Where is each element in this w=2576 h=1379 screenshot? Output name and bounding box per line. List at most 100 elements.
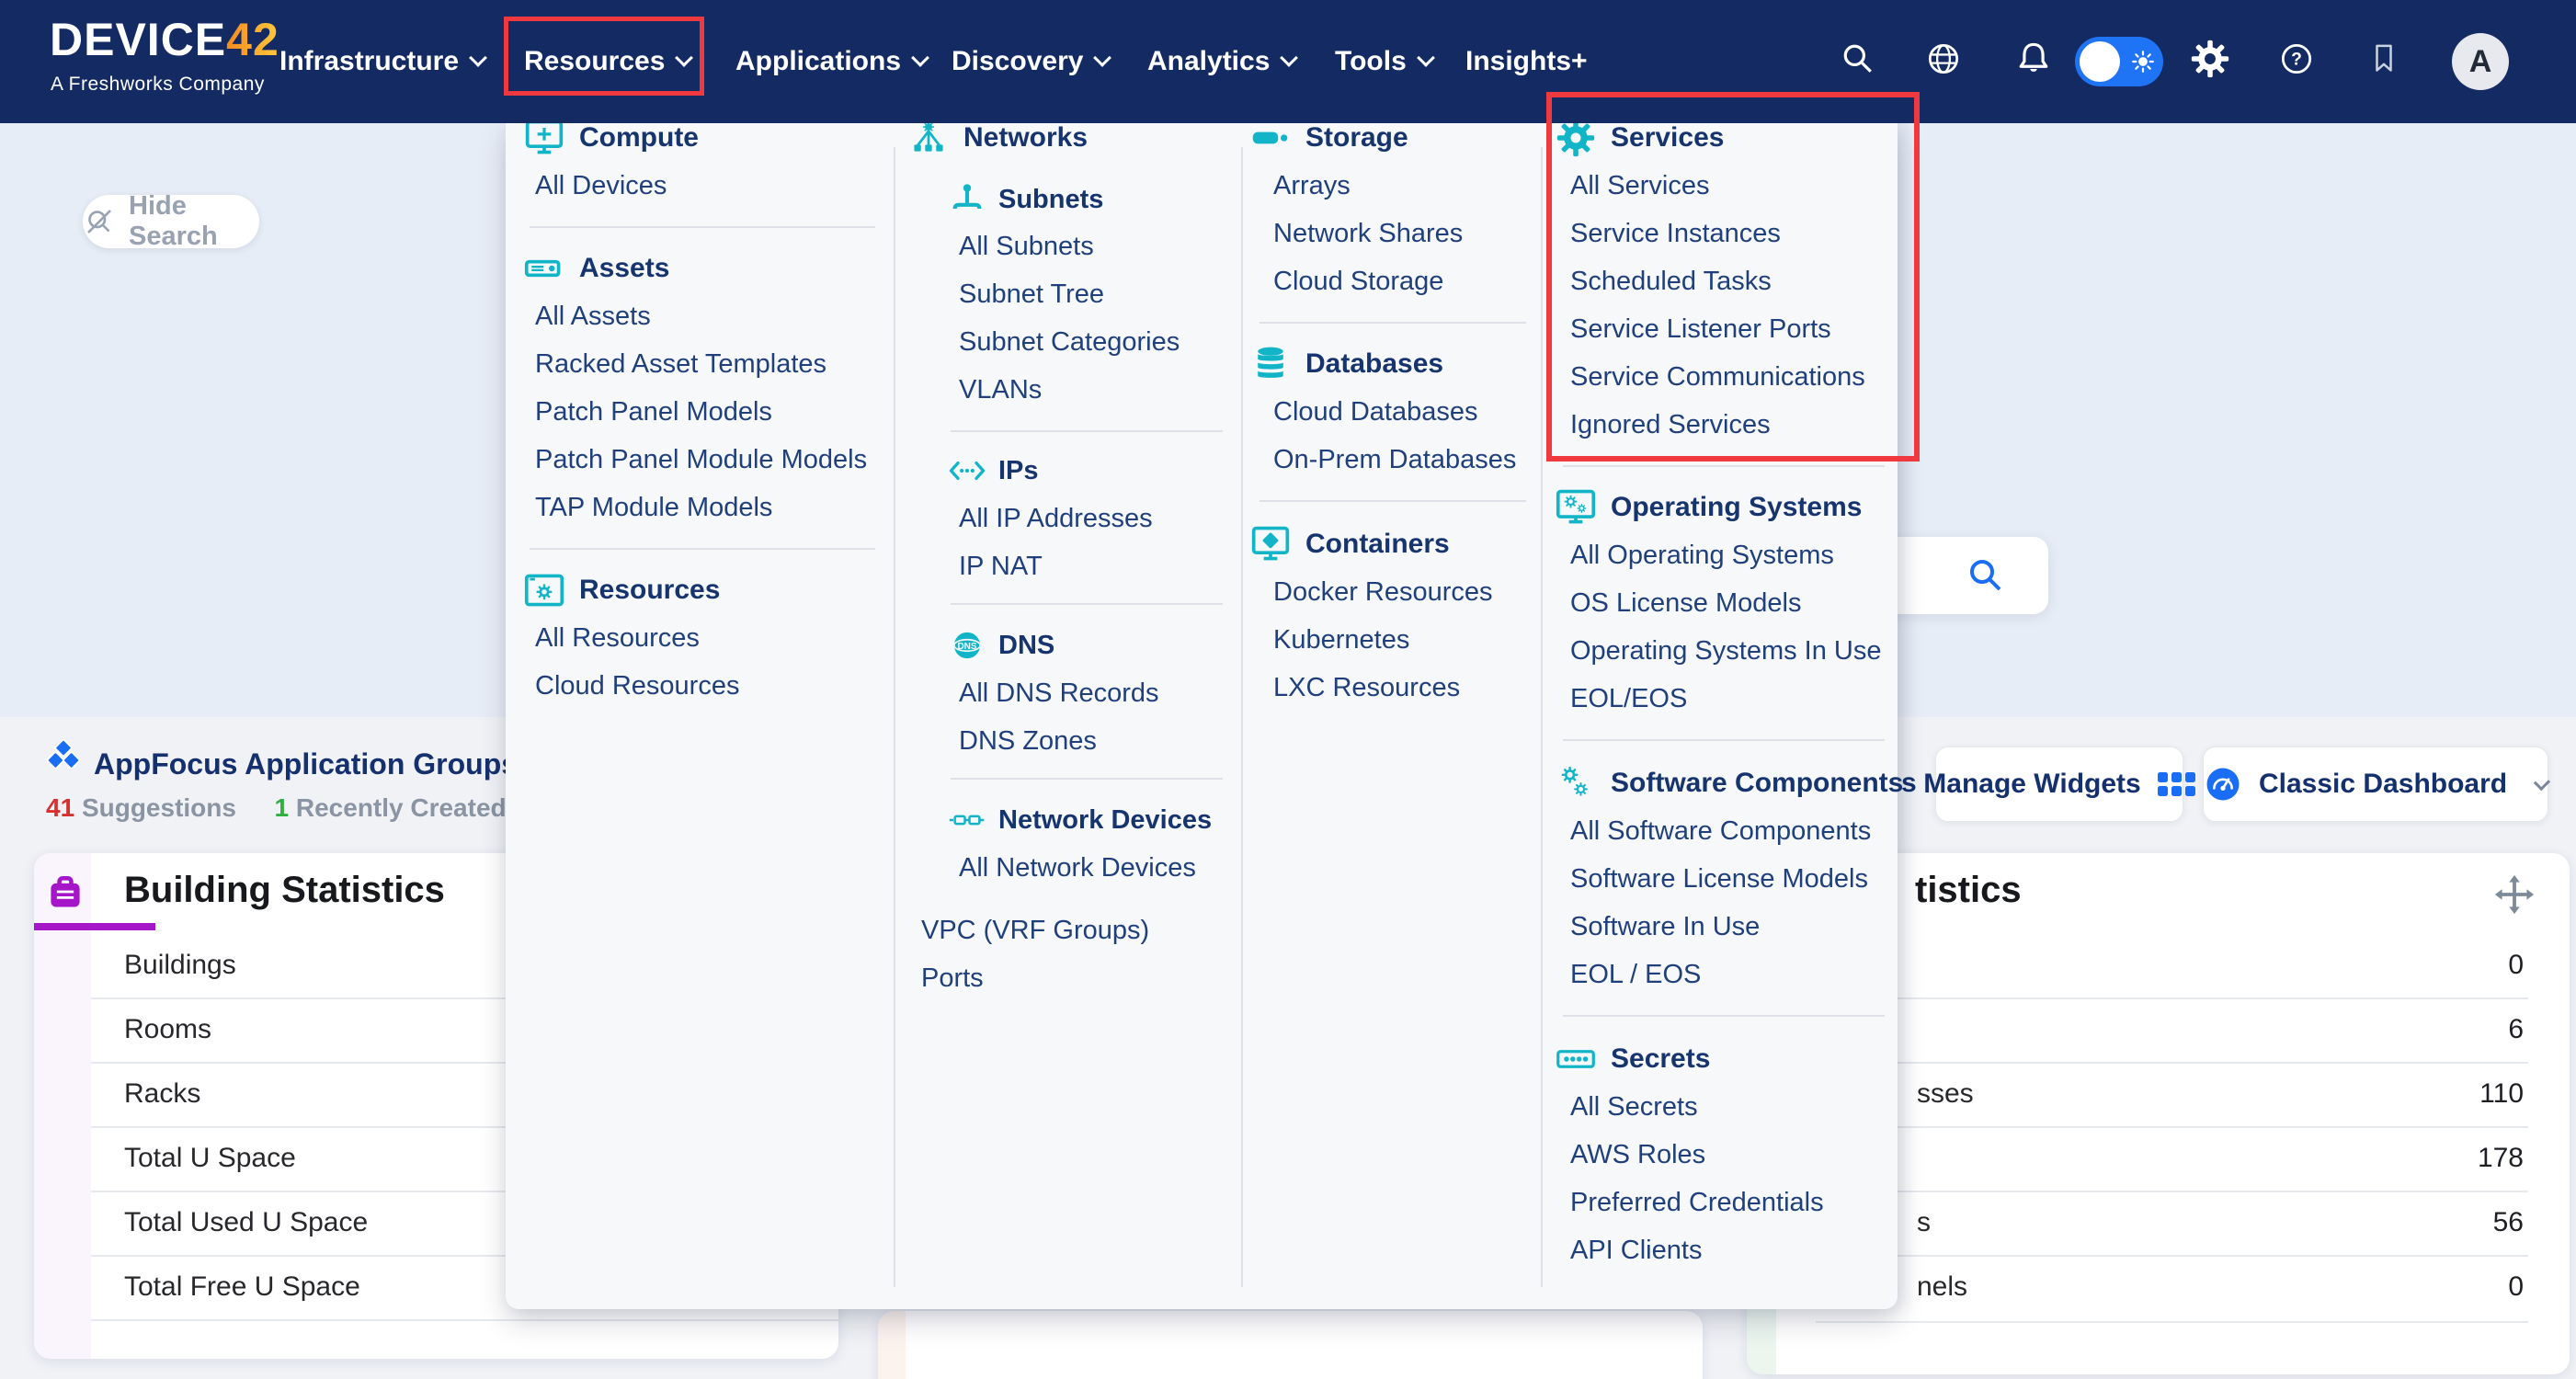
search-icon — [1964, 553, 2008, 602]
theme-toggle[interactable] — [2075, 37, 2163, 86]
stat-row-label: nels — [1917, 1263, 1967, 1311]
storage-disk-icon — [1250, 118, 1291, 158]
user-avatar[interactable]: A — [2452, 33, 2509, 90]
secrets-password-icon — [1556, 1039, 1596, 1079]
menu-section-databases[interactable]: Databases — [1250, 340, 1443, 388]
menu-item-ignored-services[interactable]: Ignored Services — [1570, 401, 1771, 449]
settings-gear-icon[interactable] — [2188, 37, 2232, 81]
menu-item-all-assets[interactable]: All Assets — [535, 292, 651, 340]
bookmark-icon[interactable] — [2362, 37, 2406, 81]
nav-item-analytics[interactable]: Analytics — [1147, 0, 1295, 123]
menu-item-software-eol-eos[interactable]: EOL / EOS — [1570, 951, 1701, 998]
operating-systems-icon — [1556, 487, 1596, 528]
menu-item-arrays[interactable]: Arrays — [1273, 162, 1351, 210]
menu-item-service-instances[interactable]: Service Instances — [1570, 210, 1781, 257]
menu-item-api-clients[interactable]: API Clients — [1570, 1226, 1702, 1274]
menu-item-on-prem-databases[interactable]: On-Prem Databases — [1273, 436, 1516, 484]
eye-off-icon — [83, 205, 116, 238]
building-icon — [45, 872, 85, 917]
menu-item-kubernetes[interactable]: Kubernetes — [1273, 616, 1409, 664]
language-globe-icon[interactable] — [1921, 37, 1966, 81]
menu-item-all-software-components[interactable]: All Software Components — [1570, 807, 1871, 855]
device42-app: Hide Search AppFocus Application Groups … — [0, 0, 2576, 1379]
menu-item-all-subnets[interactable]: All Subnets — [959, 222, 1094, 270]
menu-item-vlans[interactable]: VLANs — [959, 366, 1042, 414]
menu-item-all-operating-systems[interactable]: All Operating Systems — [1570, 531, 1834, 579]
menu-item-os-eol-eos[interactable]: EOL/EOS — [1570, 675, 1687, 723]
menu-item-network-shares[interactable]: Network Shares — [1273, 210, 1463, 257]
chevron-down-icon — [469, 49, 487, 67]
menu-section-ips[interactable]: IPs — [949, 447, 1039, 495]
menu-section-operating-systems[interactable]: Operating Systems — [1556, 484, 1862, 531]
menu-section-network-devices[interactable]: Network Devices — [949, 796, 1212, 844]
nav-item-applications[interactable]: Applications — [735, 0, 927, 123]
menu-divider — [951, 778, 1223, 780]
menu-item-all-ip-addresses[interactable]: All IP Addresses — [959, 495, 1153, 542]
hidden-text-fragment: s — [1901, 759, 1917, 807]
menu-item-all-services[interactable]: All Services — [1570, 162, 1710, 210]
device42-logo[interactable]: DEVICE42 — [50, 13, 279, 66]
menu-item-all-secrets[interactable]: All Secrets — [1570, 1083, 1698, 1131]
nav-item-tools[interactable]: Tools — [1335, 0, 1432, 123]
menu-item-cloud-databases[interactable]: Cloud Databases — [1273, 388, 1477, 436]
menu-item-racked-asset-templates[interactable]: Racked Asset Templates — [535, 340, 826, 388]
menu-section-containers[interactable]: Containers — [1250, 520, 1450, 568]
menu-item-operating-systems-in-use[interactable]: Operating Systems In Use — [1570, 627, 1881, 675]
menu-item-software-in-use[interactable]: Software In Use — [1570, 903, 1760, 951]
stat-row-label: Total Free U Space — [124, 1263, 360, 1311]
nav-item-resources[interactable]: Resources — [524, 0, 690, 123]
menu-item-software-license-models[interactable]: Software License Models — [1570, 855, 1868, 903]
nav-item-infrastructure[interactable]: Infrastructure — [279, 0, 484, 123]
hide-search-button[interactable]: Hide Search — [83, 195, 259, 248]
menu-item-preferred-credentials[interactable]: Preferred Credentials — [1570, 1179, 1824, 1226]
nav-item-discovery[interactable]: Discovery — [952, 0, 1109, 123]
classic-dashboard-button[interactable]: Classic Dashboard — [2203, 746, 2548, 822]
menu-divider — [1260, 500, 1526, 502]
menu-item-service-listener-ports[interactable]: Service Listener Ports — [1570, 305, 1831, 353]
help-icon[interactable]: ? — [2274, 37, 2319, 81]
toggle-knob — [2080, 41, 2120, 82]
search-icon[interactable] — [1836, 37, 1880, 81]
row-divider — [91, 1319, 838, 1321]
menu-item-tap-module-models[interactable]: TAP Module Models — [535, 484, 772, 531]
menu-item-subnet-categories[interactable]: Subnet Categories — [959, 318, 1180, 366]
notifications-bell-icon[interactable] — [2012, 37, 2056, 81]
menu-item-all-devices[interactable]: All Devices — [535, 162, 667, 210]
menu-item-vpc-vrf-groups[interactable]: VPC (VRF Groups) — [921, 906, 1149, 954]
move-widget-icon[interactable] — [2493, 873, 2536, 920]
partial-widget — [878, 1311, 1703, 1379]
menu-section-secrets[interactable]: Secrets — [1556, 1035, 1710, 1083]
sun-icon — [2131, 50, 2155, 74]
menu-item-service-communications[interactable]: Service Communications — [1570, 353, 1865, 401]
menu-section-resources[interactable]: Resources — [524, 566, 720, 614]
nav-item-insights-plus[interactable]: Insights+ — [1465, 0, 1588, 123]
menu-section-subnets[interactable]: Subnets — [949, 176, 1103, 223]
menu-item-all-resources[interactable]: All Resources — [535, 614, 700, 662]
menu-divider — [530, 226, 875, 228]
menu-item-ports[interactable]: Ports — [921, 954, 984, 1002]
menu-item-subnet-tree[interactable]: Subnet Tree — [959, 270, 1104, 318]
top-navigation-bar: DEVICE42 A Freshworks Company Infrastruc… — [0, 0, 2576, 123]
menu-item-docker-resources[interactable]: Docker Resources — [1273, 568, 1493, 616]
menu-item-patch-panel-module-models[interactable]: Patch Panel Module Models — [535, 436, 867, 484]
menu-item-dns-zones[interactable]: DNS Zones — [959, 717, 1097, 765]
appfocus-cubes-icon — [42, 739, 85, 781]
menu-item-all-dns-records[interactable]: All DNS Records — [959, 669, 1159, 717]
manage-widgets-button[interactable]: Manage Widgets — [1935, 746, 2183, 822]
menu-item-ip-nat[interactable]: IP NAT — [959, 542, 1043, 590]
column-divider — [1241, 147, 1243, 1287]
chevron-down-icon — [2534, 774, 2550, 791]
menu-item-cloud-storage[interactable]: Cloud Storage — [1273, 257, 1443, 305]
menu-item-aws-roles[interactable]: AWS Roles — [1570, 1131, 1705, 1179]
menu-item-all-network-devices[interactable]: All Network Devices — [959, 844, 1196, 892]
menu-item-os-license-models[interactable]: OS License Models — [1570, 579, 1801, 627]
stat-row-label: Buildings — [124, 941, 236, 989]
menu-section-assets[interactable]: Assets — [524, 245, 669, 292]
menu-item-lxc-resources[interactable]: LXC Resources — [1273, 664, 1460, 712]
menu-item-cloud-resources[interactable]: Cloud Resources — [535, 662, 739, 710]
menu-item-scheduled-tasks[interactable]: Scheduled Tasks — [1570, 257, 1772, 305]
row-divider — [1816, 1126, 2528, 1128]
menu-section-dns[interactable]: DNS DNS — [949, 621, 1054, 669]
menu-item-patch-panel-models[interactable]: Patch Panel Models — [535, 388, 772, 436]
menu-section-software-components[interactable]: Software Components — [1556, 759, 1903, 807]
